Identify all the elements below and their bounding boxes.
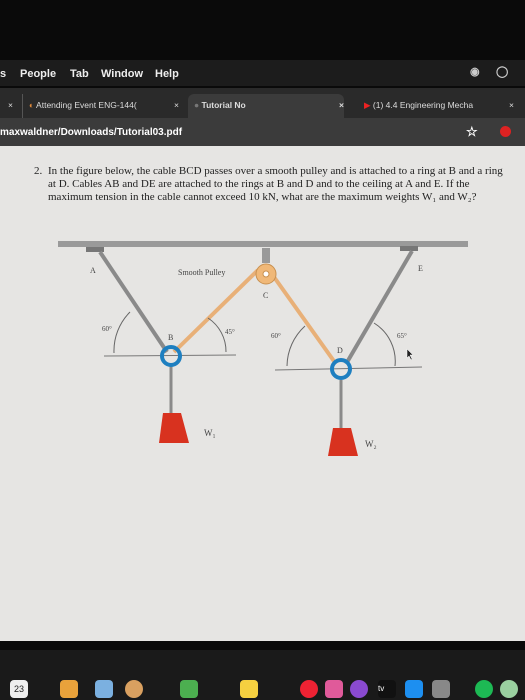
podcasts-icon[interactable] xyxy=(350,680,368,698)
calendar-icon[interactable]: 23 xyxy=(10,680,28,698)
cable-ab xyxy=(98,250,169,354)
app-icon[interactable] xyxy=(500,680,518,698)
angle-arc-de xyxy=(373,322,396,367)
label-smooth-pulley: Smooth Pulley xyxy=(178,268,225,277)
cable-bc xyxy=(172,268,260,354)
news-icon[interactable] xyxy=(300,680,318,698)
app-icon[interactable] xyxy=(60,680,78,698)
angle-arc-bc xyxy=(207,317,227,353)
label-e: E xyxy=(418,264,423,273)
weight-w1 xyxy=(159,413,189,443)
label-c: C xyxy=(263,291,268,300)
pulley-bracket xyxy=(262,248,270,263)
label-w2: W₂ xyxy=(365,439,377,449)
angle-arc-cd xyxy=(286,325,306,367)
charts-icon[interactable] xyxy=(240,680,258,698)
app-icon[interactable] xyxy=(95,680,113,698)
tv-icon[interactable]: tv xyxy=(378,680,396,698)
photos-icon[interactable] xyxy=(125,680,143,698)
angle-cd: 60° xyxy=(271,332,281,340)
label-w1: W₁ xyxy=(204,428,216,438)
cable-de xyxy=(344,249,414,366)
label-a: A xyxy=(90,266,96,275)
music-icon[interactable] xyxy=(325,680,343,698)
angle-de: 65° xyxy=(397,332,407,340)
facetime-icon[interactable] xyxy=(180,680,198,698)
cable-cd xyxy=(272,275,338,366)
label-b: B xyxy=(168,333,173,342)
label-d: D xyxy=(337,346,343,355)
angle-bc: 45° xyxy=(225,328,235,336)
horizontal-ref-b xyxy=(103,354,237,357)
spotify-icon[interactable] xyxy=(475,680,493,698)
angle-ab: 60° xyxy=(102,325,112,333)
preferences-icon[interactable] xyxy=(432,680,450,698)
weight-w2 xyxy=(328,428,358,456)
anchor-e xyxy=(400,246,418,251)
angle-arc-ab xyxy=(113,311,131,354)
mouse-cursor-icon xyxy=(406,348,414,361)
statics-figure: A B C D E Smooth Pulley W₁ W₂ 60° 45° 60… xyxy=(58,241,468,456)
app-store-icon[interactable] xyxy=(405,680,423,698)
